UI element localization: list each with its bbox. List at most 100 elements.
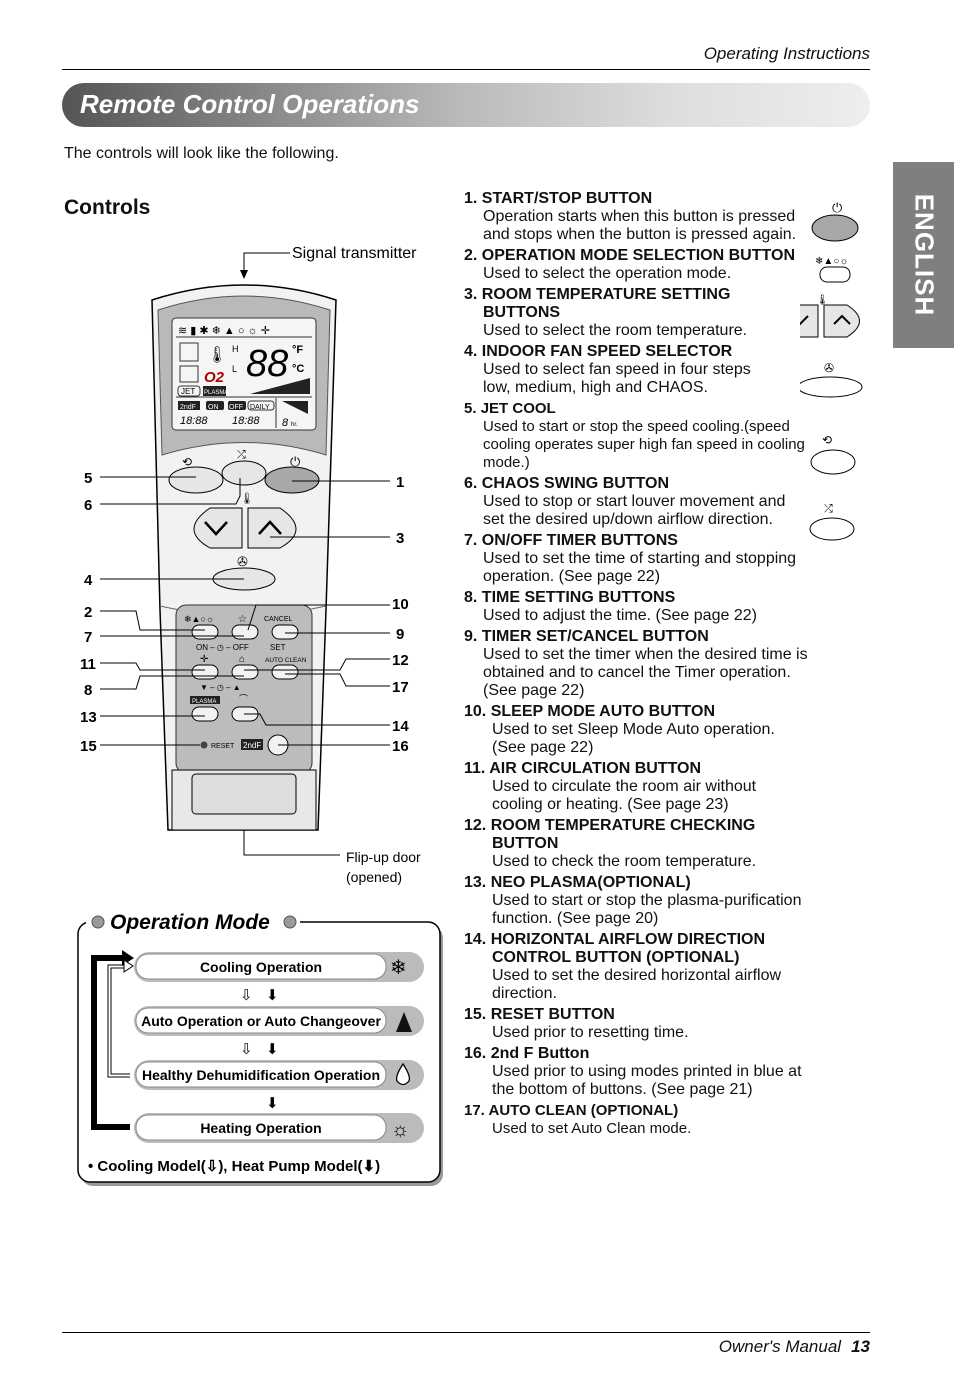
mode-cooling: Cooling Operation ❄ xyxy=(134,952,424,982)
list-item: 13. NEO PLASMA(OPTIONAL) Used to start o… xyxy=(464,874,809,928)
list-item: 1. START/STOP BUTTON Operation starts wh… xyxy=(464,190,809,244)
signal-label: Signal transmitter xyxy=(292,245,417,262)
lcd-jet: JET xyxy=(181,387,195,396)
mode-dehumidification: Healthy Dehumidification Operation xyxy=(134,1060,424,1090)
page-title: Remote Control Operations xyxy=(80,89,420,119)
item-title: NEO PLASMA(OPTIONAL) xyxy=(490,874,691,891)
cooling-model-arrow-icon: ⇩ xyxy=(240,987,253,1004)
air-circulation-button[interactable] xyxy=(191,664,219,680)
operation-mode-title: Operation Mode xyxy=(110,911,270,934)
mode-label: Heating Operation xyxy=(200,1120,321,1136)
heat-pump-arrow-icon: ⬇ xyxy=(266,1041,279,1058)
lcd-lo: L xyxy=(232,364,237,374)
heat-pump-arrow-icon: ⬇ xyxy=(266,987,279,1004)
mode-label: Auto Operation or Auto Changeover xyxy=(141,1013,381,1029)
fan-icon: ✇ xyxy=(237,554,248,569)
callout-12: 12 xyxy=(392,652,409,669)
start-stop-illustration xyxy=(811,214,859,242)
bullet-icon xyxy=(283,915,297,929)
item-desc: Used to set Auto Clean mode. xyxy=(492,1120,692,1137)
language-tab: ENGLISH xyxy=(893,162,954,348)
jet-cool-button[interactable] xyxy=(168,466,224,494)
item-desc: Used to start or stop the plasma-purific… xyxy=(492,892,802,927)
temp-thermometer-icon: 🌡 xyxy=(240,492,254,505)
item-title: ROOM TEMPERATURE SETTING xyxy=(481,286,731,303)
chaos-swing-illustration xyxy=(809,517,855,541)
item-title: OPERATION MODE SELECTION BUTTON xyxy=(481,247,795,264)
on-off-timer-label: ON – ◷ – OFF xyxy=(196,643,249,652)
mode-icons: ❄▲○☼ xyxy=(815,256,848,267)
operation-mode-box: Operation Mode Cooling Operation ❄ ⇩ ⬇ A… xyxy=(77,908,443,1186)
list-item: 2. OPERATION MODE SELECTION BUTTON Used … xyxy=(464,247,809,283)
item-desc: Used prior to resetting time. xyxy=(492,1024,689,1041)
callout-13: 13 xyxy=(80,709,97,726)
chaos-swing-button[interactable] xyxy=(221,460,267,486)
fan-button-illustration xyxy=(800,376,863,398)
mode-icons-label: ❄▲○☼ xyxy=(184,614,214,624)
list-item: 6. CHAOS SWING BUTTON Used to stop or st… xyxy=(464,475,809,529)
auto-clean-button[interactable] xyxy=(271,664,299,680)
list-item: 14. HORIZONTAL AIRFLOW DIRECTION CONTROL… xyxy=(464,931,809,1003)
jet-cool-illustration xyxy=(810,449,856,475)
item-title: ROOM TEMPERATURE CHECKING xyxy=(490,817,756,834)
item-desc: Used to set the timer when the desired t… xyxy=(483,646,808,699)
lcd-hr: hr. xyxy=(291,422,298,428)
item-desc: Operation starts when this button is pre… xyxy=(483,208,797,243)
list-item: 5. JET COOL Used to start or stop the sp… xyxy=(464,400,809,472)
reset-button[interactable] xyxy=(200,741,208,749)
callout-9: 9 xyxy=(396,626,404,643)
item-title: CHAOS SWING BUTTON xyxy=(481,475,670,492)
controls-heading: Controls xyxy=(64,196,151,219)
auto-clean-label: AUTO CLEAN xyxy=(265,657,307,664)
heat-pump-arrow-icon: ⬇ xyxy=(266,1095,279,1112)
list-item: 10. SLEEP MODE AUTO BUTTON Used to set S… xyxy=(464,703,809,757)
footer-rule xyxy=(62,1332,870,1333)
room-temp-icon: ⌂ xyxy=(239,654,245,665)
page-footer: Owner's Manual 13 xyxy=(719,1337,870,1357)
lcd-unit-f: °F xyxy=(292,344,303,356)
power-icon: ⏻ xyxy=(832,200,842,215)
item-title: HORIZONTAL AIRFLOW DIRECTION xyxy=(490,931,766,948)
mode-button-illustration xyxy=(819,266,851,283)
callout-7: 7 xyxy=(84,629,92,646)
item-title: TIMER SET/CANCEL BUTTON xyxy=(481,628,709,645)
list-item: 3. ROOM TEMPERATURE SETTING BUTTONS Used… xyxy=(464,286,809,340)
cooling-model-arrow-icon: ⇩ xyxy=(206,1158,219,1175)
manual-name: Owner's Manual xyxy=(718,1337,842,1356)
item-title: JET COOL xyxy=(480,400,556,417)
item-desc: Used to adjust the time. (See page 22) xyxy=(483,607,757,624)
header-rule xyxy=(62,69,870,70)
lcd-daily: DAILY xyxy=(250,404,270,411)
lcd-mode-icons: ≋ ▮ ✱ ❄ ▲ ○ ☼ ✛ xyxy=(178,325,270,337)
room-temp-check-button[interactable] xyxy=(231,664,259,680)
item-desc: Used to check the room temperature. xyxy=(492,853,757,870)
time-adjust-label: ▼ – ◷ – ▲ xyxy=(200,683,241,692)
lcd-unit-c: °C xyxy=(292,363,304,375)
item-title: INDOOR FAN SPEED SELECTOR xyxy=(481,343,733,360)
item-desc: Used to select the operation mode. xyxy=(483,265,732,282)
item-desc: Used to set Sleep Mode Auto operation. (… xyxy=(492,721,775,756)
temp-up-illustration xyxy=(823,304,860,338)
lcd-on: ON xyxy=(208,404,219,411)
heat-pump-arrow-icon: ⬇ xyxy=(362,1158,375,1175)
callout-10: 10 xyxy=(392,596,409,613)
lcd-o2: O2 xyxy=(204,369,225,386)
item-desc: Used prior to using modes printed in blu… xyxy=(492,1063,802,1098)
plasma-button[interactable] xyxy=(191,706,219,722)
sleep-button[interactable] xyxy=(231,624,259,640)
sleep-star-icon: ☆ xyxy=(238,614,247,625)
callout-4: 4 xyxy=(84,572,93,589)
item-desc: Used to circulate the room air without c… xyxy=(492,778,757,813)
callout-3: 3 xyxy=(396,530,404,547)
item-title: ON/OFF TIMER BUTTONS xyxy=(481,532,678,549)
start-stop-button[interactable] xyxy=(264,466,320,494)
lcd-off: OFF xyxy=(229,404,243,411)
mode-label: Healthy Dehumidification Operation xyxy=(142,1067,380,1083)
callout-11: 11 xyxy=(80,656,96,673)
title-banner: Remote Control Operations xyxy=(62,83,870,127)
item-title: 2nd F Button xyxy=(490,1045,590,1062)
remote-control-diagram: Signal transmitter ≋ ▮ ✱ ❄ ▲ ○ ☼ ✛ 🌡 H L… xyxy=(80,245,421,885)
timer-set-cancel-button[interactable] xyxy=(271,624,299,640)
mode-button[interactable] xyxy=(191,624,219,640)
fan-icon: ✇ xyxy=(824,361,834,375)
